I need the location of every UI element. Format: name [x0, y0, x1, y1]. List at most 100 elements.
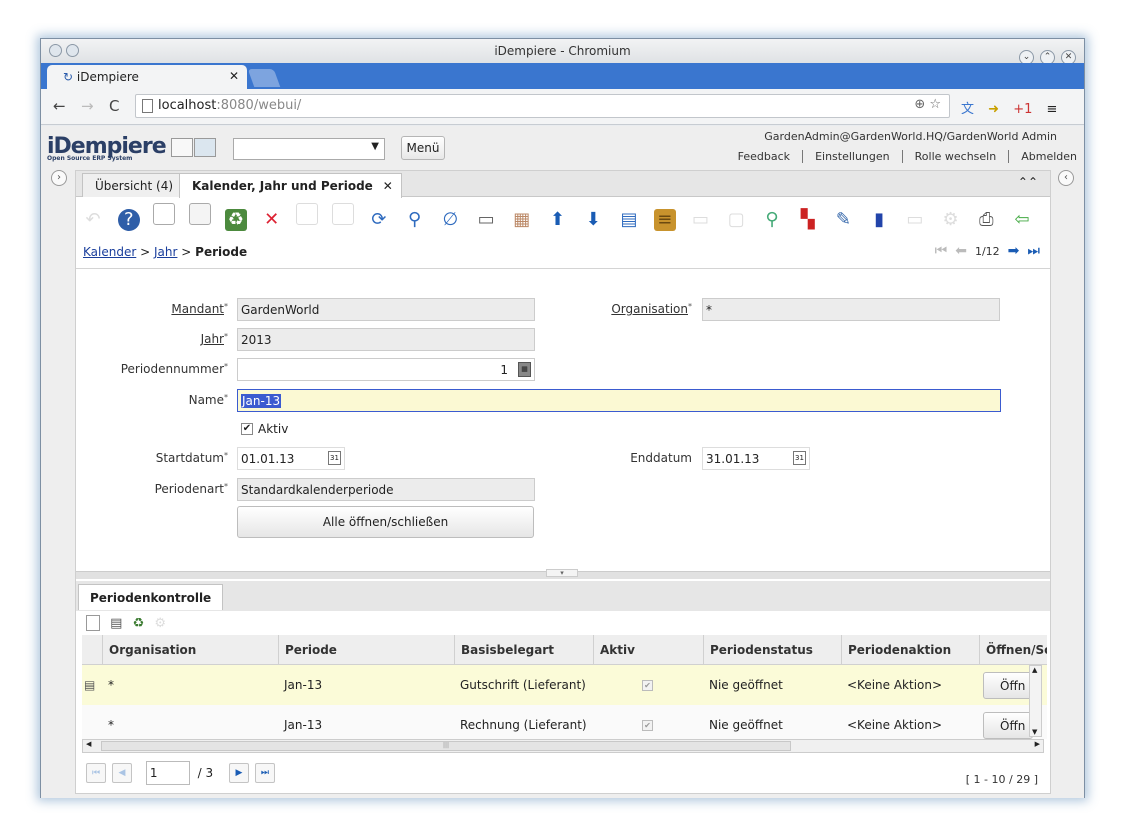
help-icon[interactable]: ? — [117, 209, 140, 231]
new-tab-button[interactable] — [247, 69, 281, 87]
close-tab-icon[interactable]: ✕ — [229, 69, 239, 83]
aktiv-checkbox[interactable]: ✔ — [241, 423, 253, 435]
table-row[interactable]: * Jan-13 Rechnung (Lieferant) ✔ Nie geöf… — [82, 705, 1047, 739]
chevron-down-icon[interactable]: ▼ — [371, 141, 379, 152]
column-header[interactable]: Periodenaktion — [841, 635, 979, 665]
column-header[interactable]: Periodenstatus — [703, 635, 841, 665]
next-record-icon[interactable]: ➡ — [1008, 243, 1020, 259]
delete-icon[interactable]: ♻ — [133, 616, 145, 631]
report-icon[interactable]: ▤ — [618, 209, 640, 231]
change-role-link[interactable]: Rolle wechseln — [901, 150, 1009, 163]
scroll-thumb[interactable]: ||| — [101, 741, 791, 751]
workflow-icon[interactable]: ▚ — [797, 209, 819, 231]
splitter[interactable]: ▾ — [76, 569, 1050, 579]
periodennummer-field[interactable]: 1 ▦ — [237, 358, 535, 381]
last-record-icon[interactable]: ⏭ — [1027, 243, 1040, 259]
calendar-icon[interactable]: 31 — [793, 451, 806, 465]
edit-row-icon[interactable]: ▤ — [84, 678, 95, 692]
reload-icon[interactable]: C — [109, 97, 119, 115]
save-icon[interactable] — [296, 203, 319, 225]
column-header[interactable]: Periode — [278, 635, 454, 665]
export-icon[interactable]: ▭ — [904, 209, 926, 231]
extension-icon[interactable]: ➜ — [988, 102, 999, 117]
expand-left-icon[interactable]: › — [51, 170, 67, 186]
menu-button[interactable]: Menü — [401, 136, 445, 160]
first-page-icon[interactable]: ⏮ — [86, 763, 106, 783]
horizontal-scrollbar[interactable]: ◀ ||| ▶ — [82, 739, 1044, 753]
new-window-icon[interactable] — [171, 138, 193, 157]
column-header[interactable]: Öffnen/Sc — [979, 635, 1047, 665]
refresh-icon[interactable]: ⟳ — [368, 209, 390, 231]
copy-record-icon[interactable] — [189, 203, 212, 225]
new-record-icon[interactable] — [153, 203, 176, 225]
edit-icon[interactable]: ▤ — [110, 616, 122, 631]
open-folder-icon[interactable] — [194, 138, 216, 157]
logout-link[interactable]: Abmelden — [1008, 150, 1084, 163]
print-icon[interactable]: ▭ — [689, 209, 711, 231]
expand-right-icon[interactable]: ‹ — [1058, 170, 1074, 186]
first-record-icon[interactable]: ⏮ — [935, 243, 948, 259]
chrome-menu-icon[interactable]: ≡ — [1047, 102, 1058, 117]
find-icon[interactable]: ⚲ — [404, 209, 426, 231]
table-row[interactable]: ▤ * Jan-13 Gutschrift (Lieferant) ✔ Nie … — [82, 665, 1047, 705]
archive-icon[interactable]: ≡ — [653, 209, 676, 231]
scroll-down-icon[interactable]: ▼ — [1032, 728, 1037, 736]
organisation-field[interactable]: * — [702, 298, 1000, 321]
tab-periodenkontrolle[interactable]: Periodenkontrolle — [78, 584, 224, 610]
close-tab-icon[interactable]: ✕ — [383, 179, 393, 193]
detail-record-icon[interactable]: ⬇ — [582, 209, 604, 231]
settings-link[interactable]: Einstellungen — [802, 150, 902, 163]
calendar-icon[interactable]: 31 — [328, 451, 341, 465]
tab-calendar[interactable]: Kalender, Jahr und Periode ✕ — [179, 173, 402, 198]
breadcrumb-calendar[interactable]: Kalender — [83, 245, 136, 259]
attachment-icon[interactable]: ∅ — [439, 209, 461, 231]
open-close-button[interactable]: Öffn — [983, 712, 1033, 739]
product-info-icon[interactable]: ▮ — [868, 209, 890, 231]
column-header[interactable]: Basisbelegart — [454, 635, 593, 665]
name-input[interactable]: Jan-13 — [237, 389, 1001, 412]
toggle-all-button[interactable]: Alle öffnen/schließen — [237, 506, 534, 538]
previous-record-icon[interactable]: ⬅ — [955, 243, 967, 259]
startdatum-field[interactable]: 01.01.13 31 — [237, 447, 345, 470]
collapse-icon[interactable]: ⌃⌃ — [1018, 175, 1038, 189]
open-close-button[interactable]: Öffn — [983, 672, 1033, 699]
delete-selection-icon[interactable]: ✕ — [261, 209, 283, 231]
delete-icon[interactable]: ♻ — [224, 209, 247, 231]
periodenart-field[interactable]: Standardkalenderperiode — [237, 478, 535, 501]
tab-overview[interactable]: Übersicht (4) — [82, 173, 185, 197]
chat-icon[interactable]: ▭ — [475, 209, 497, 231]
jahr-field[interactable]: 2013 — [237, 328, 535, 351]
google-plus-icon[interactable]: +1 — [1013, 102, 1032, 117]
translate-icon[interactable]: 文 — [961, 102, 974, 117]
forward-icon[interactable]: → — [81, 97, 94, 115]
column-header[interactable]: Organisation — [102, 635, 278, 665]
zoom-across-icon[interactable]: ⚲ — [761, 209, 783, 231]
zoom-star-icons[interactable]: ⊕ ☆ — [914, 97, 941, 112]
last-page-icon[interactable]: ⏭ — [254, 763, 275, 783]
undo-icon[interactable]: ↶ — [82, 209, 104, 231]
breadcrumb-year[interactable]: Jahr — [154, 245, 177, 259]
url-field[interactable]: localhost:8080/webui/ ⊕ ☆ — [135, 94, 950, 118]
save-new-icon[interactable] — [332, 203, 355, 225]
window-pin-icon[interactable] — [66, 44, 79, 57]
process-icon[interactable]: ⚙ — [940, 209, 962, 231]
scroll-up-icon[interactable]: ▲ — [1032, 666, 1037, 674]
new-icon[interactable] — [86, 615, 100, 631]
mandant-field[interactable]: GardenWorld — [237, 298, 535, 321]
feedback-link[interactable]: Feedback — [726, 150, 802, 163]
customize-icon[interactable]: ⎙ — [975, 209, 997, 231]
next-page-icon[interactable]: ▶ — [228, 763, 249, 783]
enddatum-field[interactable]: 31.01.13 31 — [702, 447, 810, 470]
scroll-left-icon[interactable]: ◀ — [86, 740, 91, 748]
vertical-scrollbar[interactable]: ▲ ▼ — [1029, 665, 1042, 737]
search-combobox[interactable]: ▼ — [233, 138, 385, 160]
column-header[interactable]: Aktiv — [593, 635, 703, 665]
import-icon[interactable]: ⇦ — [1011, 209, 1033, 231]
grid-toggle-icon[interactable]: ▦ — [511, 209, 533, 231]
previous-page-icon[interactable]: ◀ — [112, 763, 132, 783]
parent-record-icon[interactable]: ⬆ — [547, 209, 569, 231]
back-icon[interactable]: ← — [53, 97, 66, 115]
lock-icon[interactable]: ▢ — [725, 209, 747, 231]
calculator-icon[interactable]: ▦ — [518, 362, 531, 377]
page-input[interactable]: 1 — [145, 761, 190, 785]
